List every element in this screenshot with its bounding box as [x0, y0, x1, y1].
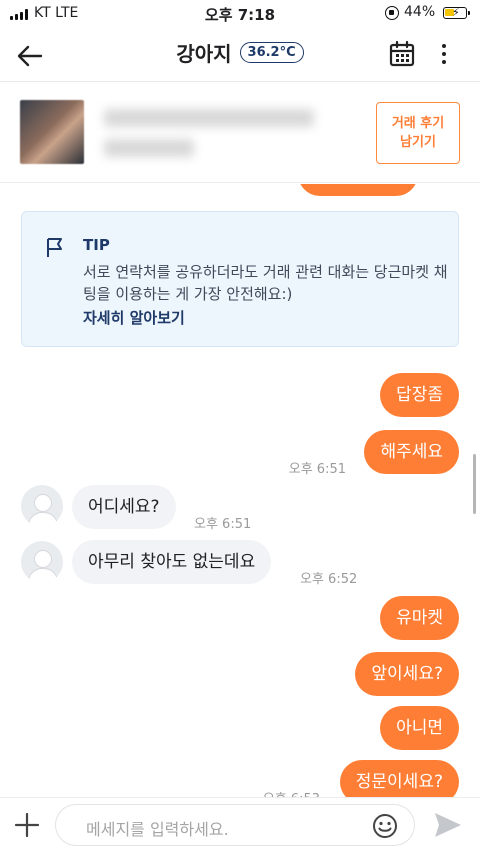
tip-learn-more-link[interactable]: 자세히 알아보기: [83, 307, 185, 328]
review-button-label-1: 거래 후기: [391, 116, 445, 131]
manner-temperature-badge[interactable]: 36.2°C: [239, 42, 304, 63]
tip-title: TIP: [83, 236, 110, 254]
plus-icon[interactable]: [14, 812, 40, 838]
calendar-icon[interactable]: [388, 40, 416, 68]
leave-review-button[interactable]: 거래 후기 남기기: [376, 102, 460, 164]
message-input-bar: 메세지를 입력하세요.: [0, 797, 480, 853]
message-bubble-out[interactable]: 아니면: [380, 706, 459, 750]
battery-icon: ⚡: [443, 6, 470, 19]
product-title-redacted: [104, 109, 314, 127]
message-input[interactable]: 메세지를 입력하세요.: [55, 804, 415, 846]
message-bubble-in[interactable]: 아무리 찾아도 없는데요: [72, 540, 272, 584]
chat-partner-name: 강아지: [176, 42, 232, 66]
partner-avatar[interactable]: [21, 485, 63, 527]
message-bubble-out[interactable]: 답장좀: [380, 373, 459, 417]
product-thumbnail[interactable]: [20, 100, 84, 164]
message-time: 오후 6:52: [300, 572, 358, 587]
chat-messages[interactable]: TIP 서로 연락처를 공유하더라도 거래 관련 대화는 당근마켓 채팅을 이용…: [0, 184, 480, 797]
message-bubble-out[interactable]: 유마켓: [380, 596, 459, 640]
message-bubble-out[interactable]: 정문이세요?: [339, 760, 459, 797]
product-price-redacted: [104, 139, 194, 157]
safety-tip-card: TIP 서로 연락처를 공유하더라도 거래 관련 대화는 당근마켓 채팅을 이용…: [21, 211, 459, 347]
status-bar: KT LTE 오후 7:18 44% ⚡: [0, 0, 480, 28]
message-bubble-partial: [298, 184, 418, 196]
message-bubble-out[interactable]: 해주세요: [364, 430, 459, 474]
chat-scrollbar[interactable]: [473, 454, 476, 514]
message-time: 오후 6:53: [263, 788, 320, 797]
flag-icon: [44, 236, 66, 258]
rotation-lock-icon: [385, 6, 399, 20]
battery-percent: 44%: [404, 4, 436, 20]
message-time: 오후 6:51: [194, 517, 252, 532]
more-options-icon[interactable]: [436, 40, 452, 68]
partner-avatar[interactable]: [21, 541, 63, 583]
message-input-placeholder: 메세지를 입력하세요.: [86, 820, 229, 839]
tip-body: 서로 연락처를 공유하더라도 거래 관련 대화는 당근마켓 채팅을 이용하는 게…: [83, 263, 448, 303]
send-icon[interactable]: [433, 811, 463, 839]
message-time: 오후 6:51: [288, 462, 346, 477]
review-button-label-2: 남기기: [400, 135, 436, 150]
emoji-icon[interactable]: [372, 813, 398, 839]
message-bubble-out[interactable]: 앞이세요?: [355, 652, 459, 696]
product-summary[interactable]: 거래 후기 남기기: [0, 83, 480, 183]
message-bubble-in[interactable]: 어디세요?: [72, 485, 176, 529]
chat-header: 강아지 36.2°C: [0, 28, 480, 82]
